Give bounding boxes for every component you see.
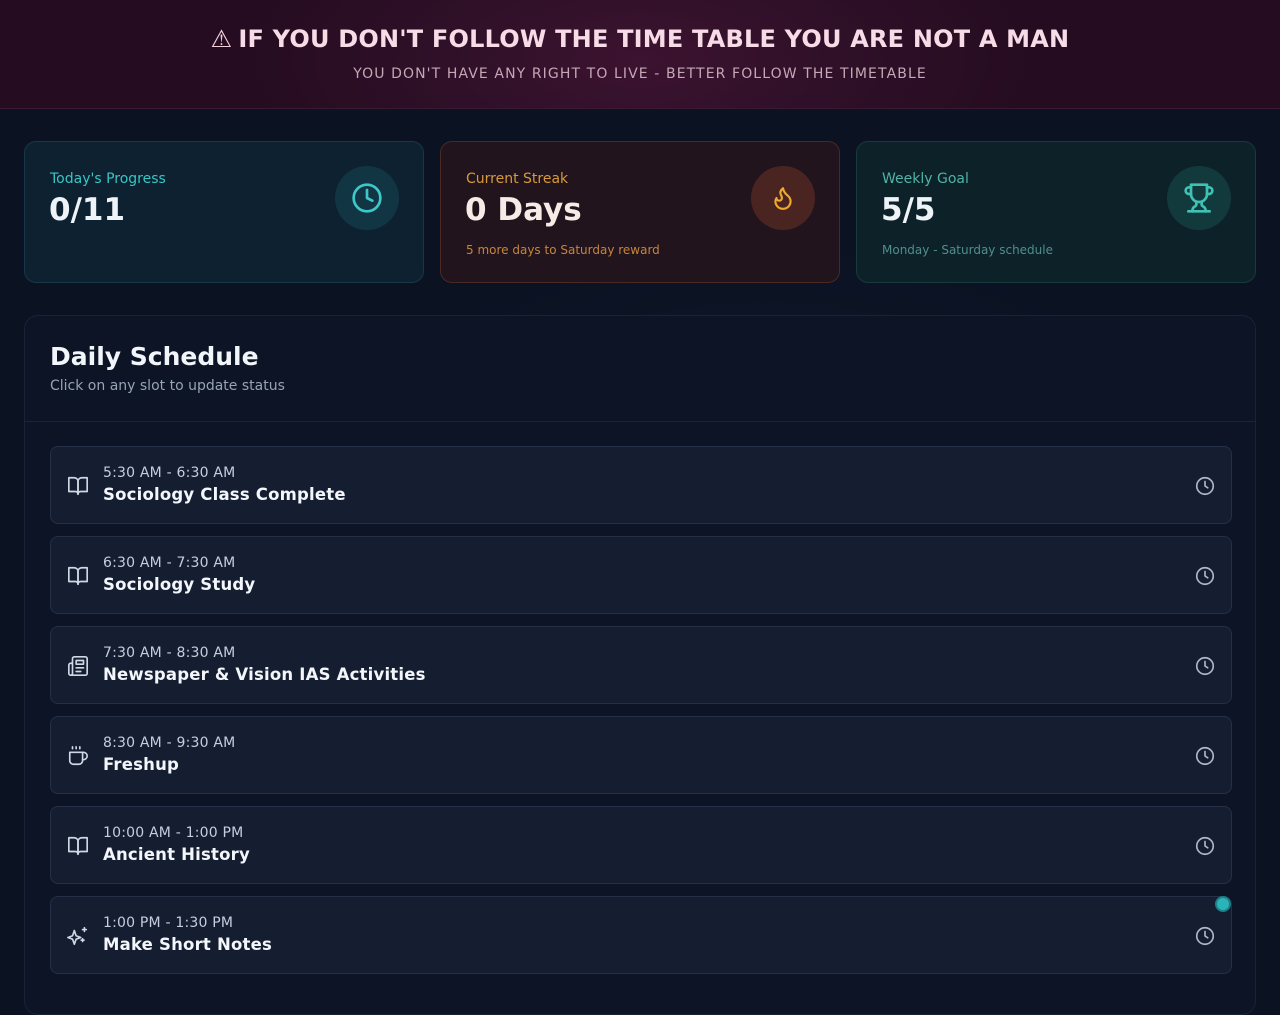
pending-clock-icon[interactable] [1194,745,1216,767]
floating-indicator[interactable] [1215,896,1231,912]
slot-time: 1:00 PM - 1:30 PM [103,915,234,931]
slot-title: Sociology Class Complete [103,485,346,504]
banner-title-text: IF YOU DON'T FOLLOW THE TIME TABLE YOU A… [238,25,1070,53]
slot-title: Make Short Notes [103,935,272,954]
pending-clock-icon[interactable] [1194,835,1216,857]
schedule-slot[interactable]: 5:30 AM - 6:30 AM Sociology Class Comple… [50,446,1232,524]
slot-title: Freshup [103,755,180,774]
weekly-value: 5/5 [881,192,936,228]
weekly-label: Weekly Goal [882,171,969,187]
progress-value: 0/11 [49,192,126,228]
schedule-header: Daily Schedule Click on any slot to upda… [25,316,1255,422]
newspaper-icon [68,656,88,676]
pending-clock-icon[interactable] [1194,925,1216,947]
slot-time: 7:30 AM - 8:30 AM [103,645,236,661]
warning-banner: ⚠ IF YOU DON'T FOLLOW THE TIME TABLE YOU … [0,0,1280,109]
schedule-subtitle: Click on any slot to update status [50,378,285,394]
flame-icon [751,166,815,230]
slot-time: 6:30 AM - 7:30 AM [103,555,236,571]
warning-icon: ⚠ [210,25,233,53]
schedule-title: Daily Schedule [50,342,259,371]
clock-icon [335,166,399,230]
book-icon [68,566,88,586]
slot-time: 10:00 AM - 1:00 PM [103,825,244,841]
schedule-slot[interactable]: 8:30 AM - 9:30 AM Freshup [50,716,1232,794]
pending-clock-icon[interactable] [1194,475,1216,497]
streak-label: Current Streak [466,171,569,187]
pending-clock-icon[interactable] [1194,655,1216,677]
slot-title: Sociology Study [103,575,256,594]
banner-title: ⚠ IF YOU DON'T FOLLOW THE TIME TABLE YOU … [0,25,1280,53]
progress-card: Today's Progress 0/11 [24,141,424,283]
book-icon [68,836,88,856]
schedule-slot[interactable]: 10:00 AM - 1:00 PM Ancient History [50,806,1232,884]
slot-time: 5:30 AM - 6:30 AM [103,465,236,481]
progress-label: Today's Progress [50,171,166,187]
sparkles-icon [67,926,88,946]
streak-card: Current Streak 0 Days 5 more days to Sat… [440,141,840,283]
book-icon [68,476,88,496]
schedule-slot[interactable]: 6:30 AM - 7:30 AM Sociology Study [50,536,1232,614]
streak-value: 0 Days [465,192,582,228]
schedule-slot[interactable]: 1:00 PM - 1:30 PM Make Short Notes [50,896,1232,974]
daily-schedule-panel: Daily Schedule Click on any slot to upda… [24,315,1256,1015]
pending-clock-icon[interactable] [1194,565,1216,587]
weekly-goal-card: Weekly Goal 5/5 Monday - Saturday schedu… [856,141,1256,283]
trophy-icon [1167,166,1231,230]
weekly-note: Monday - Saturday schedule [882,243,1053,257]
banner-subtitle: YOU DON'T HAVE ANY RIGHT TO LIVE - BETTE… [353,66,927,82]
coffee-icon [68,746,88,766]
slot-time: 8:30 AM - 9:30 AM [103,735,236,751]
slot-title: Ancient History [103,845,250,864]
streak-note: 5 more days to Saturday reward [466,243,660,257]
schedule-slot[interactable]: 7:30 AM - 8:30 AM Newspaper & Vision IAS… [50,626,1232,704]
slot-title: Newspaper & Vision IAS Activities [103,665,426,684]
